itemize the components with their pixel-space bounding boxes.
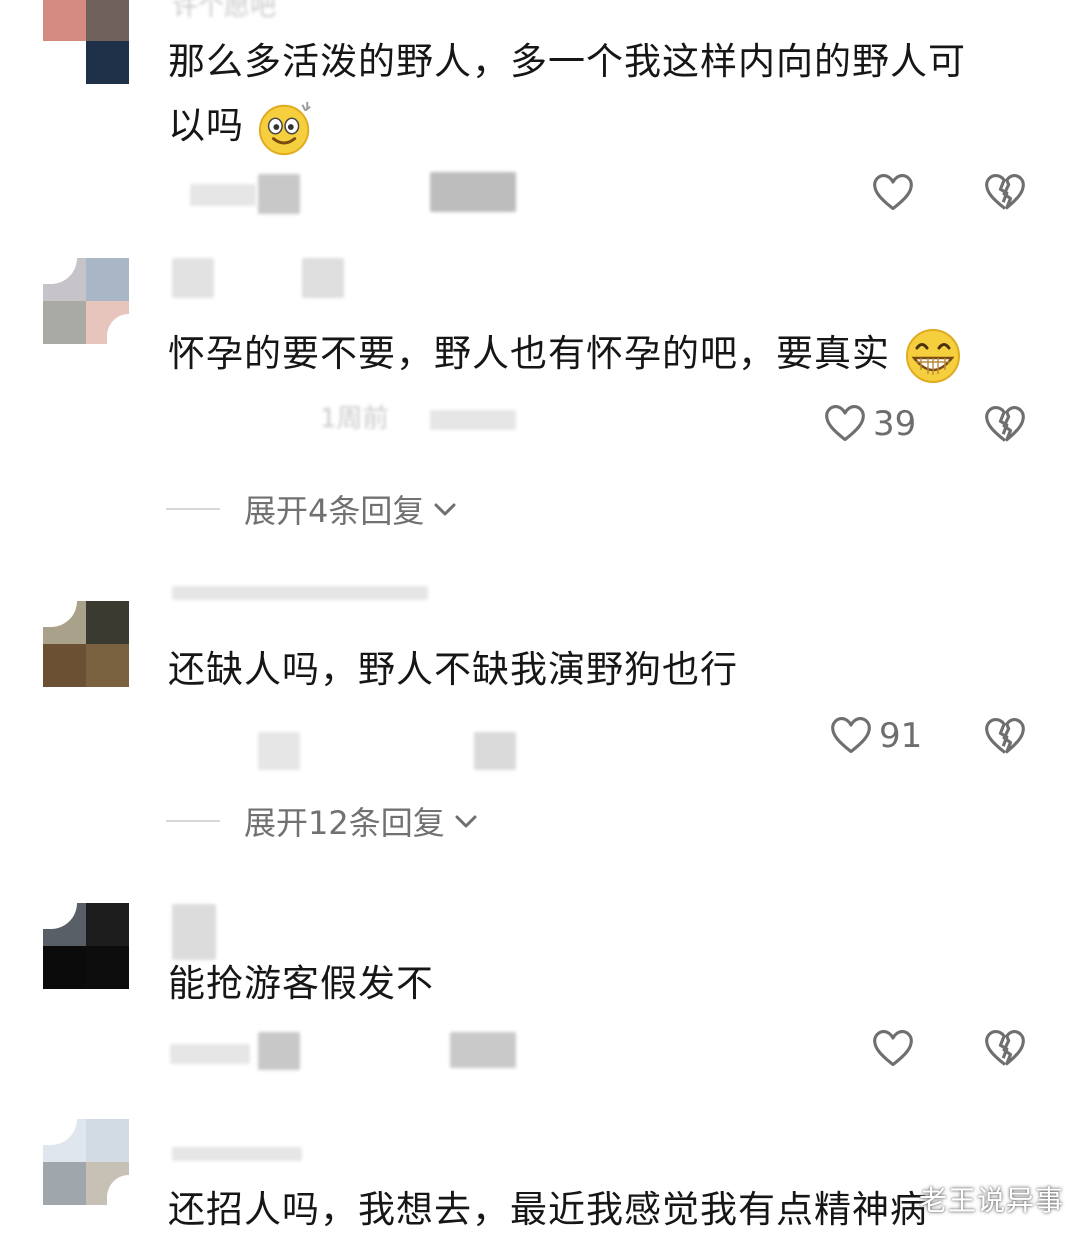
avatar[interactable] xyxy=(43,903,129,989)
comment-text-line-1: 那么多活泼的野人，多一个我这样内向的野人可 xyxy=(168,40,966,83)
dislike-broken-heart-icon[interactable] xyxy=(983,1027,1027,1071)
username[interactable]: 许个愿吧 xyxy=(172,0,276,23)
expand-replies-label: 展开4条回复 xyxy=(244,492,425,530)
expand-replies-label: 展开12条回复 xyxy=(244,804,445,842)
comment-text-line-1: 能抢游客假发不 xyxy=(168,962,434,1005)
divider-line xyxy=(166,820,220,822)
comment-text-line-1: 怀孕的要不要，野人也有怀孕的吧，要真实 xyxy=(168,332,890,375)
comment-text-line-1: 还招人吗，我想去，最近我感觉我有点精神病 xyxy=(168,1188,928,1231)
timestamp xyxy=(258,732,300,770)
dislike-broken-heart-icon[interactable] xyxy=(983,171,1027,215)
like-heart-icon[interactable] xyxy=(871,1027,915,1071)
chevron-down-icon xyxy=(434,503,456,516)
dislike-broken-heart-icon[interactable] xyxy=(983,715,1027,759)
username-part[interactable] xyxy=(302,258,344,298)
reply-button[interactable] xyxy=(430,172,516,212)
comment-text: 还缺人吗，野人不缺我演野狗也行 xyxy=(168,638,738,702)
reply-button[interactable] xyxy=(430,410,516,430)
like-count: 91 xyxy=(879,716,923,756)
timestamp xyxy=(258,174,300,214)
avatar[interactable] xyxy=(43,258,129,344)
grin-emoji xyxy=(905,328,960,383)
comment-text: 能抢游客假发不 xyxy=(168,952,434,1016)
comment-text: 那么多活泼的野人，多一个我这样内向的野人可 以吗 xyxy=(168,30,966,158)
dizzy-smile-emoji xyxy=(258,101,311,155)
reply-button[interactable] xyxy=(450,1032,516,1068)
timestamp-faint xyxy=(170,1044,250,1064)
comment-text: 怀孕的要不要，野人也有怀孕的吧，要真实 xyxy=(168,322,963,386)
avatar[interactable] xyxy=(43,0,129,84)
chevron-down-icon xyxy=(455,815,477,828)
like-heart-icon[interactable] xyxy=(823,402,867,446)
avatar[interactable] xyxy=(43,601,129,687)
timestamp-faint xyxy=(190,184,256,206)
avatar[interactable] xyxy=(43,1119,129,1205)
divider-line xyxy=(166,508,220,510)
comment-text-line-1: 还缺人吗，野人不缺我演野狗也行 xyxy=(168,648,738,691)
watermark: 老王说异事 xyxy=(918,1184,1064,1217)
dislike-broken-heart-icon[interactable] xyxy=(983,403,1027,447)
comment-text: 还招人吗，我想去，最近我感觉我有点精神病 xyxy=(168,1178,928,1242)
like-heart-icon[interactable] xyxy=(829,714,873,758)
reply-button[interactable] xyxy=(474,732,516,770)
username[interactable] xyxy=(172,258,214,298)
timestamp: 1周前 xyxy=(320,404,389,434)
comment-text-line-2: 以吗 xyxy=(168,104,244,147)
expand-replies-button[interactable]: 展开12条回复 xyxy=(166,798,479,844)
like-control[interactable]: 39 xyxy=(823,402,916,446)
expand-replies-button[interactable]: 展开4条回复 xyxy=(166,486,458,532)
username[interactable] xyxy=(172,1147,302,1161)
like-control[interactable]: 91 xyxy=(829,714,922,758)
username[interactable] xyxy=(172,586,428,600)
like-count: 39 xyxy=(873,404,917,444)
timestamp xyxy=(258,1032,300,1070)
like-heart-icon[interactable] xyxy=(871,171,915,215)
